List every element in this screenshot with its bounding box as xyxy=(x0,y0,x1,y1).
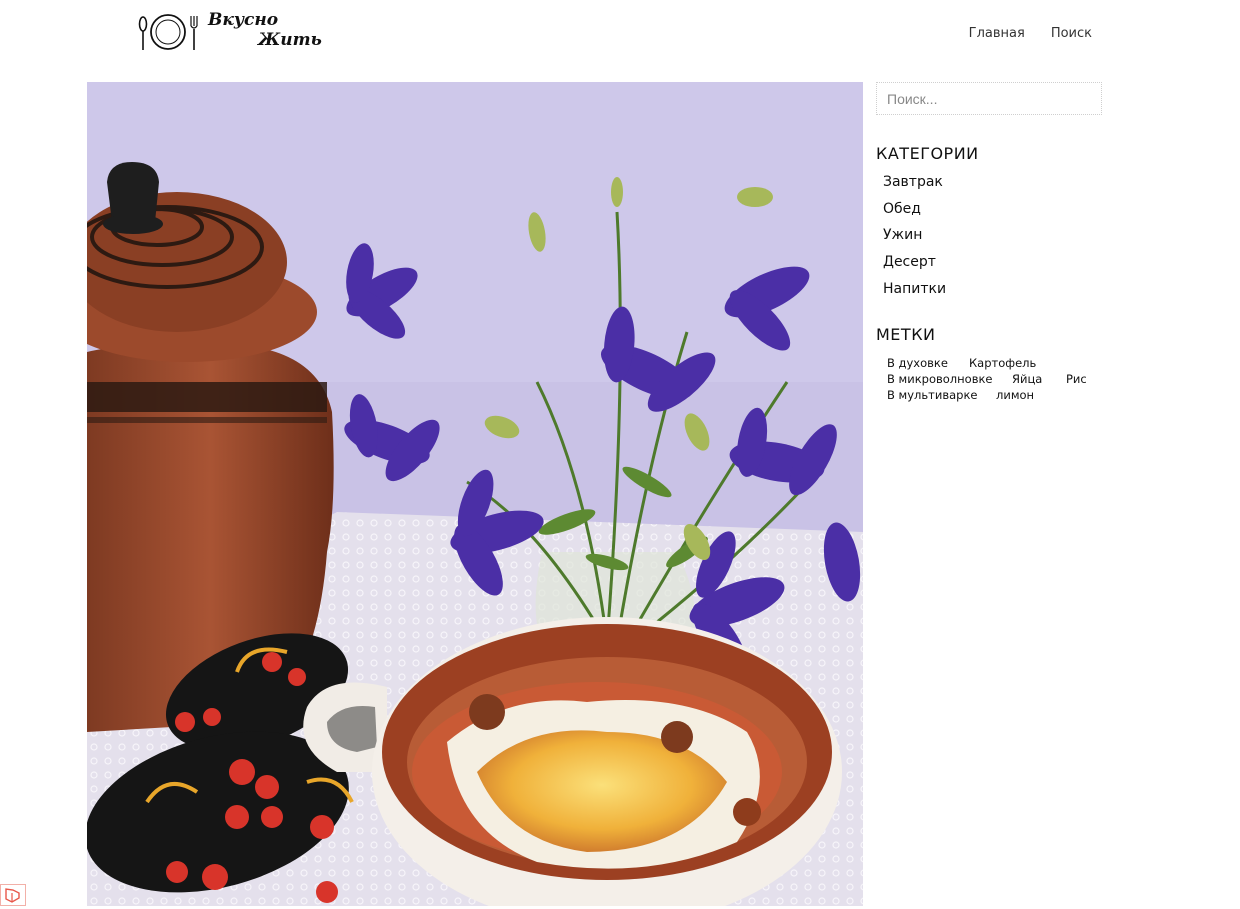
tag-cloud: В духовке Картофель В микроволновке Яйца… xyxy=(887,355,1117,403)
list-item: Обед xyxy=(883,199,946,226)
tag-link-eggs[interactable]: Яйца xyxy=(1012,371,1066,387)
list-item: Завтрак xyxy=(883,172,946,199)
plate-fork-spoon-icon xyxy=(138,14,198,50)
hero-image xyxy=(87,82,863,906)
category-link-dessert[interactable]: Десерт xyxy=(883,254,936,270)
categories-list: Завтрак Обед Ужин Десерт Напитки xyxy=(883,172,946,305)
tag-link-rice[interactable]: Рис xyxy=(1066,371,1087,387)
logo-line-2: Жить xyxy=(258,30,322,50)
site-logo[interactable]: Вкусно Жить xyxy=(136,8,322,56)
nav-search-link[interactable]: Поиск xyxy=(1051,26,1092,41)
search-input[interactable] xyxy=(876,82,1102,115)
list-item: Десерт xyxy=(883,252,946,279)
categories-title: КАТЕГОРИИ xyxy=(876,144,979,163)
category-link-dinner[interactable]: Ужин xyxy=(883,227,922,243)
main-nav: Главная Поиск xyxy=(969,26,1092,41)
tag-link-potato[interactable]: Картофель xyxy=(969,355,1036,371)
category-link-drinks[interactable]: Напитки xyxy=(883,281,946,297)
list-item: Напитки xyxy=(883,279,946,306)
logo-line-1: Вкусно xyxy=(208,10,279,30)
tag-link-lemon[interactable]: лимон xyxy=(996,387,1034,403)
category-link-breakfast[interactable]: Завтрак xyxy=(883,174,943,190)
list-item: Ужин xyxy=(883,225,946,252)
tag-link-oven[interactable]: В духовке xyxy=(887,355,969,371)
tags-title: МЕТКИ xyxy=(876,325,936,344)
logo-wordmark: Вкусно Жить xyxy=(208,10,328,50)
tag-link-multicooker[interactable]: В мультиварке xyxy=(887,387,996,403)
category-link-lunch[interactable]: Обед xyxy=(883,201,921,217)
nav-home-link[interactable]: Главная xyxy=(969,26,1025,41)
framework-logo-icon[interactable] xyxy=(0,884,26,906)
tag-link-microwave[interactable]: В микроволновке xyxy=(887,371,1012,387)
